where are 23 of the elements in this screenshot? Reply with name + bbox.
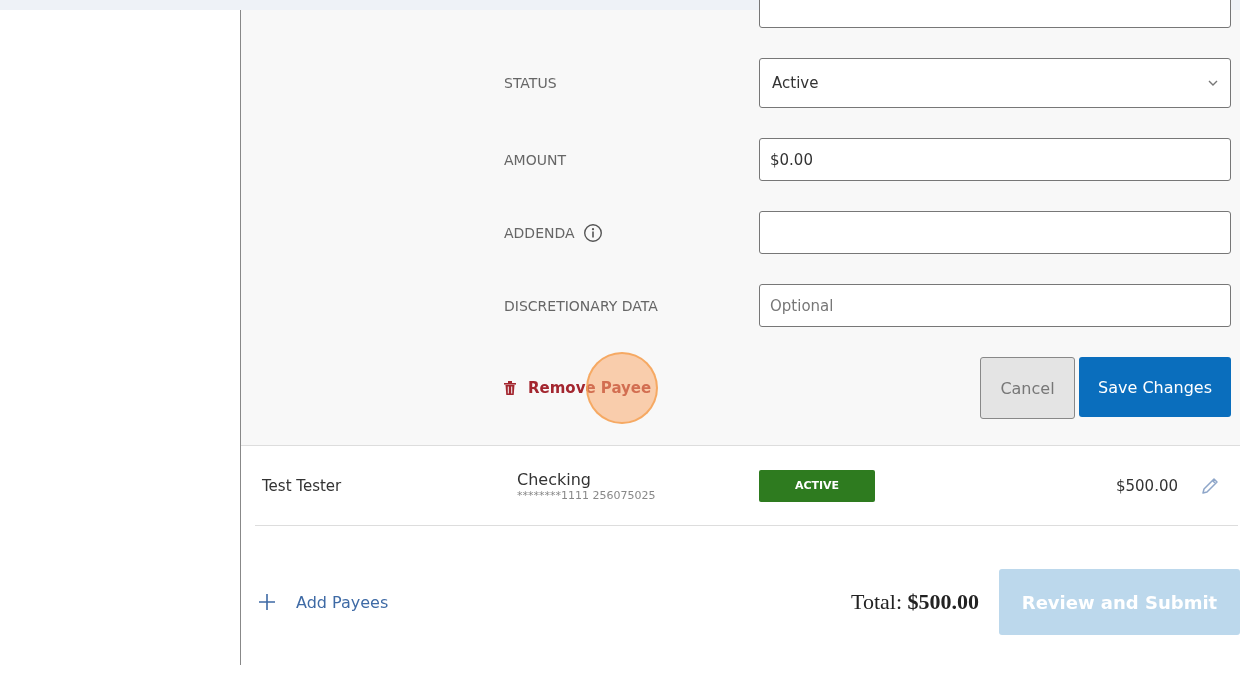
- status-dropdown[interactable]: Active: [759, 58, 1231, 108]
- field-label: STATUS: [504, 75, 557, 91]
- field-label: AMOUNT: [504, 151, 566, 168]
- caret-icon: [1208, 80, 1218, 86]
- payee-name: Test Tester: [261, 476, 343, 495]
- plus-icon: [258, 593, 276, 611]
- field-label: ADDENDA: [504, 224, 575, 241]
- info-icon[interactable]: [582, 222, 603, 243]
- input-field[interactable]: Optional: [759, 284, 1231, 327]
- input-field[interactable]: [759, 211, 1231, 254]
- payee-amount: $500.00: [1115, 476, 1178, 495]
- input-field[interactable]: [759, 0, 1231, 28]
- status-badge: ACTIVE: [759, 469, 875, 502]
- field-label: DISCRETIONARY DATA: [504, 297, 658, 314]
- input-field[interactable]: $0.00: [759, 138, 1231, 181]
- save-button[interactable]: Save Changes: [1079, 357, 1231, 417]
- trash-icon: [504, 381, 516, 395]
- add-payees-link[interactable]: Add Payees: [258, 592, 389, 612]
- pencil-icon[interactable]: [1200, 475, 1220, 496]
- account-type: Checking: [517, 469, 592, 489]
- cancel-button[interactable]: Cancel: [980, 357, 1075, 419]
- total-amount: Total: $500.00: [851, 589, 979, 615]
- account-number: ********1111 256075025: [517, 488, 657, 502]
